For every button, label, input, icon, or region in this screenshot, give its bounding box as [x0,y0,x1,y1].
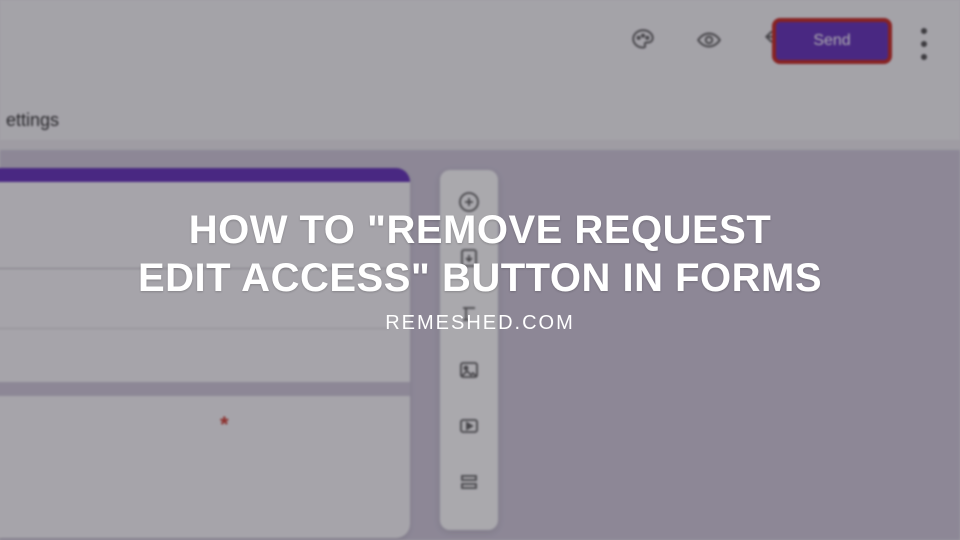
add-video-icon[interactable] [455,412,483,440]
required-indicator: * [220,412,229,438]
add-section-icon[interactable] [455,468,483,496]
description-underline [0,328,390,329]
add-question-icon[interactable] [455,188,483,216]
more-options-icon[interactable] [912,28,936,60]
import-questions-icon[interactable] [455,244,483,272]
card-divider [0,382,410,396]
question-toolbar [440,170,498,530]
send-button[interactable]: Send [772,18,892,64]
add-title-icon[interactable] [455,300,483,328]
eye-icon[interactable] [695,26,723,54]
form-card: * [0,168,410,538]
title-underline [0,268,390,269]
tab-settings[interactable]: ettings [6,110,59,131]
add-image-icon[interactable] [455,356,483,384]
palette-icon[interactable] [629,26,657,54]
